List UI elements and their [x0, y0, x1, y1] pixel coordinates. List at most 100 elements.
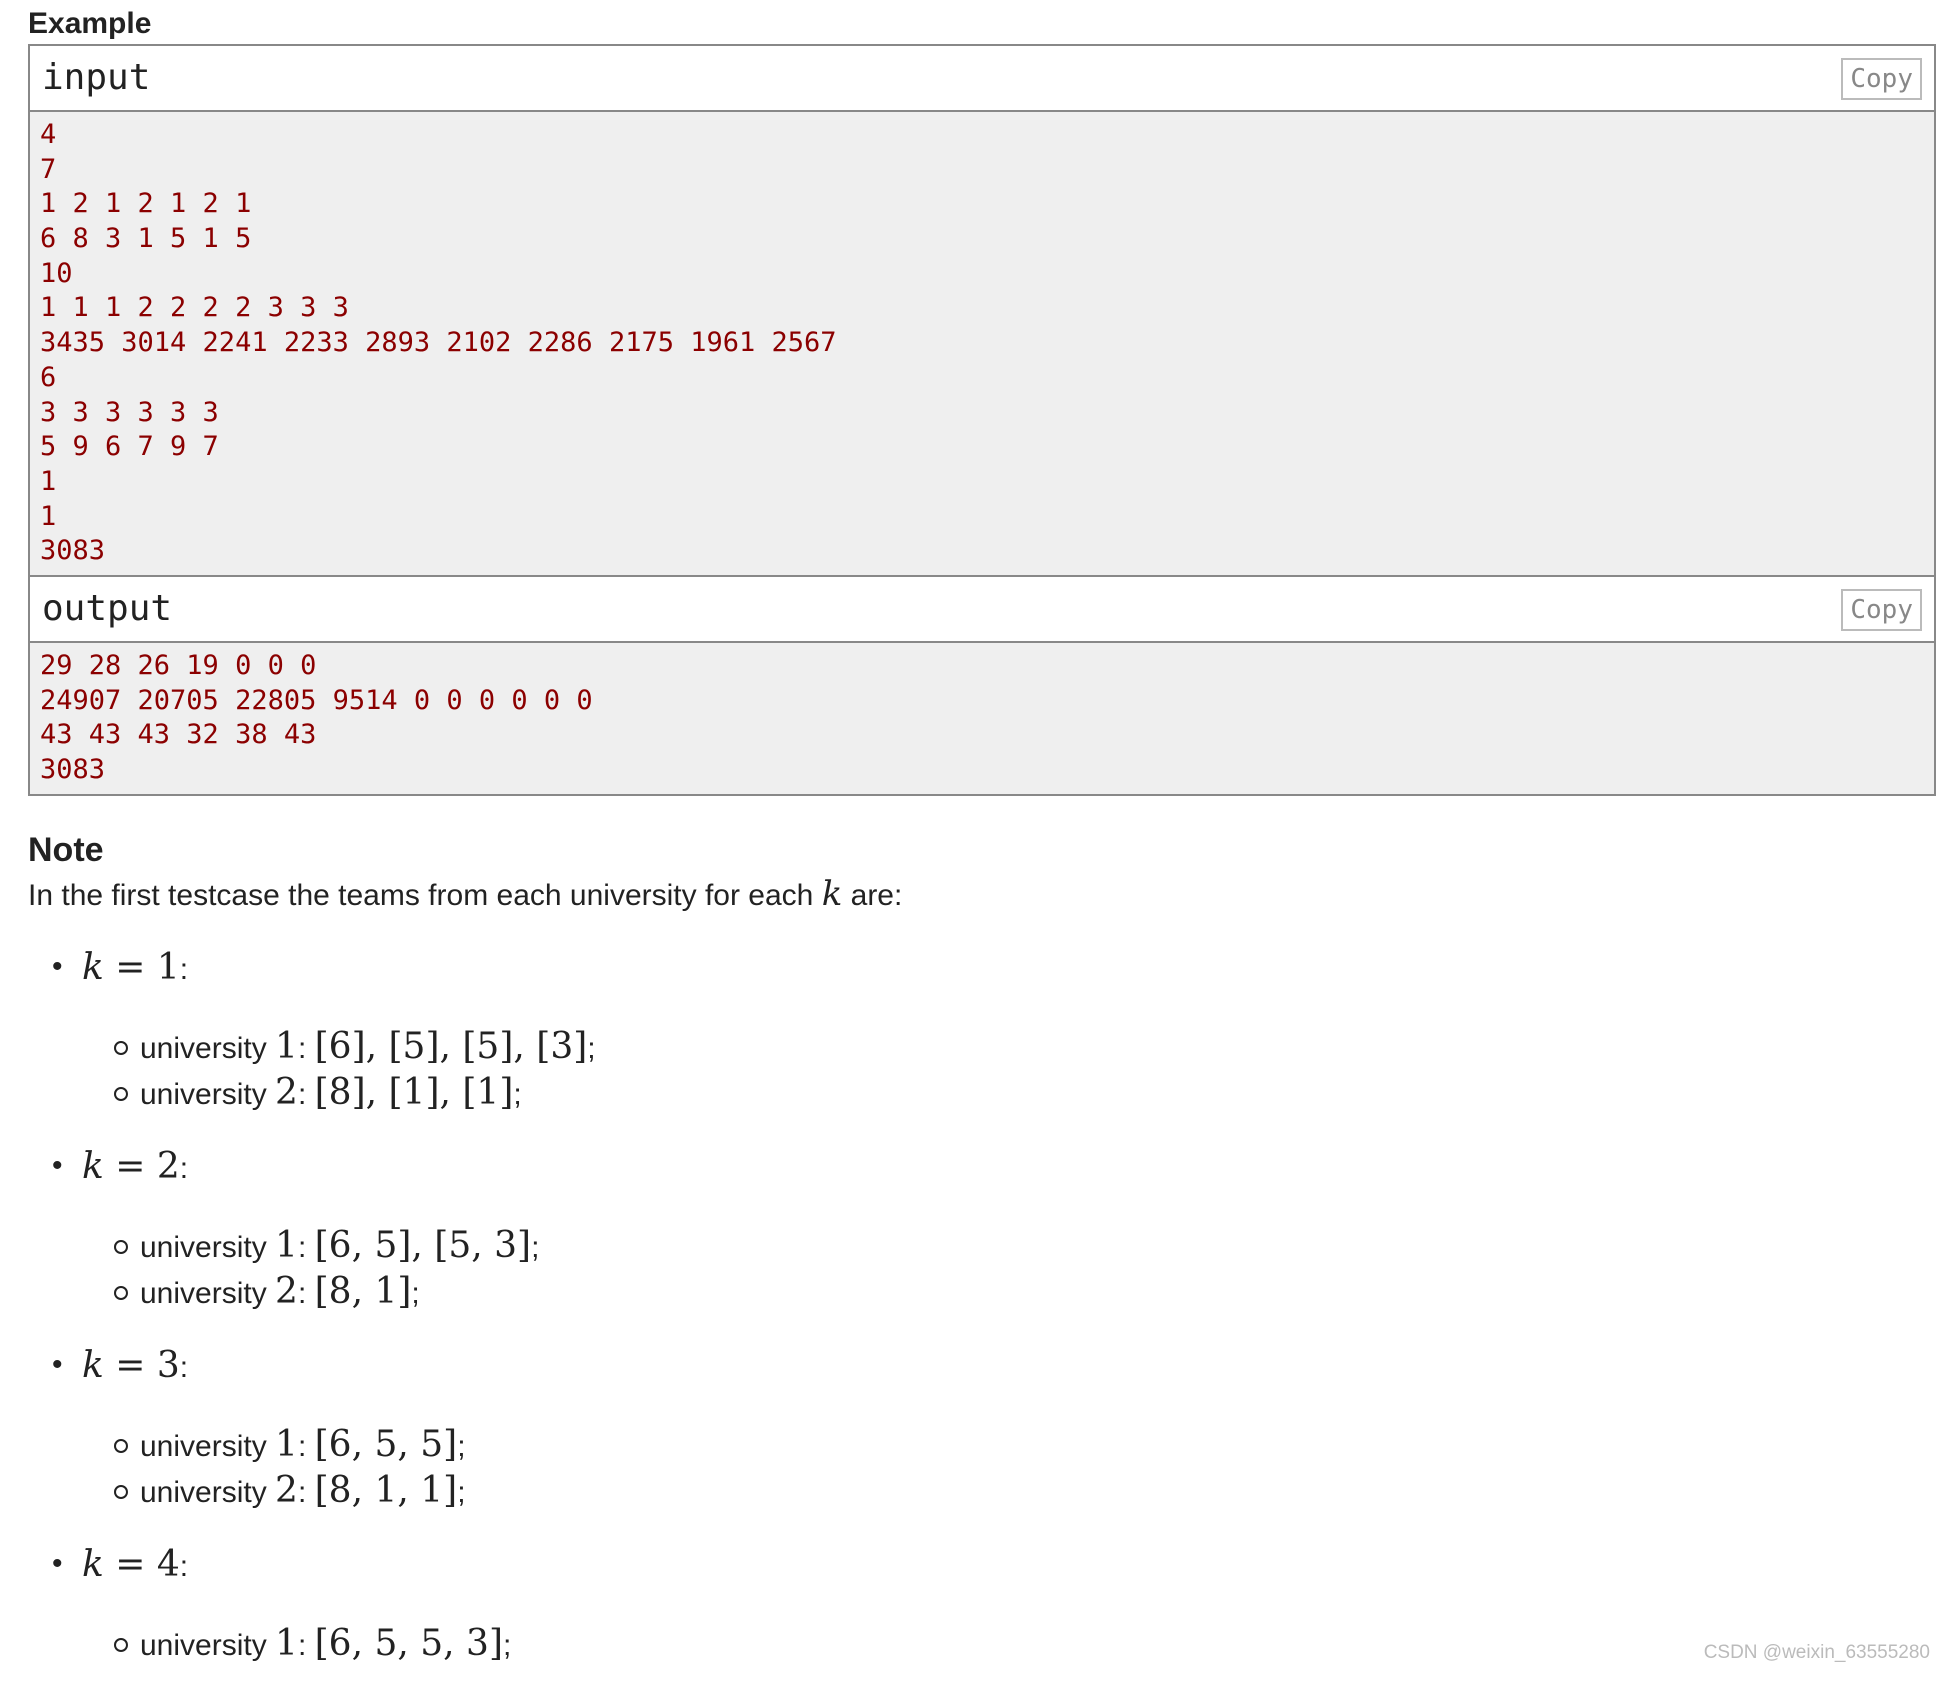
- input-line: 5 9 6 7 9 7: [40, 431, 219, 463]
- university-end: ;: [457, 1429, 466, 1463]
- university-word: university: [140, 1628, 276, 1662]
- input-line: 6 8 3 1 5 1 5: [40, 223, 252, 255]
- university-end: ;: [531, 1230, 540, 1264]
- k-colon: :: [179, 952, 189, 986]
- circle-bullet-icon: [114, 1484, 128, 1499]
- university-end: ;: [503, 1628, 512, 1662]
- university-sep: :: [297, 1077, 315, 1111]
- team-list: [6, 5], [5, 3]: [314, 1224, 532, 1266]
- input-line: 1: [40, 500, 57, 532]
- university-word: university: [140, 1429, 276, 1463]
- university-word: university: [140, 1077, 276, 1111]
- university-sep: :: [297, 1230, 315, 1264]
- university-number: 2: [275, 1469, 298, 1511]
- output-header: output Copy: [30, 574, 1934, 643]
- input-line: 7: [40, 153, 57, 185]
- team-list: [6, 5, 5, 3]: [314, 1622, 503, 1664]
- bullet-icon: •: [52, 1347, 63, 1381]
- bullet-icon: •: [52, 949, 63, 983]
- note-intro-var: k: [821, 873, 843, 914]
- university-word: university: [140, 1276, 276, 1310]
- university-number: 2: [275, 1071, 298, 1113]
- team-list: [6, 5, 5]: [314, 1423, 458, 1465]
- k-var: k: [82, 1543, 104, 1585]
- university-number: 1: [275, 1224, 298, 1266]
- note-intro-text: In the first testcase the teams from eac…: [28, 878, 822, 912]
- input-line: 3 3 3 3 3 3: [40, 396, 219, 428]
- circle-bullet-icon: [114, 1239, 128, 1254]
- sample-test: input Copy 471 2 1 2 1 2 16 8 3 1 5 1 5 1…: [28, 44, 1936, 796]
- team-list: [8, 1, 1]: [314, 1469, 458, 1511]
- k-colon: :: [179, 1151, 189, 1185]
- team-list: [6], [5], [5], [3]: [314, 1025, 588, 1067]
- k-var: k: [82, 1145, 104, 1187]
- k-item: • k = 3: university 1: [6, 5, 5]; universit…: [52, 1342, 1938, 1513]
- copy-input-button[interactable]: Copy: [1841, 58, 1922, 100]
- university-item: university 2: [8, 1];: [114, 1268, 1938, 1314]
- k-eq: = 2: [103, 1145, 180, 1187]
- university-item: university 1: [6], [5], [5], [3];: [114, 1023, 1938, 1069]
- circle-bullet-icon: [114, 1438, 128, 1453]
- input-line: 4: [40, 119, 57, 150]
- university-sep: :: [297, 1475, 315, 1509]
- university-item: university 2: [8], [1], [1];: [114, 1069, 1938, 1115]
- university-list: university 1: [6], [5], [5], [3]; univers…: [82, 1023, 1938, 1115]
- k-label: k = 2:: [82, 1146, 188, 1187]
- university-number: 2: [275, 1270, 298, 1312]
- university-number: 1: [275, 1423, 298, 1465]
- input-line: 1: [40, 465, 57, 497]
- university-word: university: [140, 1475, 276, 1509]
- k-item: • k = 1: university 1: [6], [5], [5], [3];…: [52, 944, 1938, 1115]
- copy-output-button[interactable]: Copy: [1841, 588, 1922, 631]
- university-end: ;: [587, 1031, 596, 1065]
- problem-example-page: Example input Copy 471 2 1 2 1 2 16 8 3 …: [28, 0, 1938, 1666]
- university-item: university 1: [6, 5], [5, 3];: [114, 1222, 1938, 1268]
- input-line: 3435 3014 2241 2233 2893 2102 2286 2175 …: [40, 327, 837, 359]
- bullet-icon: •: [52, 1148, 63, 1182]
- university-list: university 1: [6, 5, 5]; university 2: [8…: [82, 1421, 1938, 1513]
- university-sep: :: [297, 1628, 315, 1662]
- k-item: • k = 2: university 1: [6, 5], [5, 3]; univ…: [52, 1143, 1938, 1314]
- k-label: k = 3:: [82, 1345, 188, 1386]
- team-list: [8], [1], [1]: [314, 1071, 514, 1113]
- note-intro: In the first testcase the teams from eac…: [28, 874, 1938, 916]
- k-label: k = 1:: [82, 947, 188, 988]
- k-colon: :: [179, 1350, 189, 1384]
- circle-bullet-icon: [114, 1040, 128, 1055]
- note-heading: Note: [28, 830, 104, 869]
- university-item: university 1: [6, 5, 5];: [114, 1421, 1938, 1467]
- k-list: • k = 1: university 1: [6], [5], [5], [3];…: [28, 944, 1938, 1666]
- input-line: 3083: [40, 535, 106, 567]
- k-colon: :: [179, 1549, 189, 1583]
- example-heading: Example: [28, 7, 152, 40]
- circle-bullet-icon: [114, 1086, 128, 1101]
- bullet-icon: •: [52, 1546, 63, 1580]
- university-list: university 1: [6, 5, 5, 3];: [82, 1620, 1938, 1666]
- input-header: input Copy: [30, 46, 1934, 112]
- university-word: university: [140, 1230, 276, 1264]
- input-line: 6: [40, 361, 57, 393]
- university-word: university: [140, 1031, 276, 1065]
- output-content: 29 28 26 19 0 0 0 24907 20705 22805 9514 …: [30, 643, 1934, 794]
- university-sep: :: [297, 1031, 315, 1065]
- watermark: CSDN @weixin_63555280: [1703, 1642, 1930, 1663]
- university-end: ;: [411, 1276, 420, 1310]
- input-title: input: [42, 57, 151, 98]
- team-list: [8, 1]: [314, 1270, 412, 1312]
- output-line: 29 28 26 19 0 0 0: [40, 649, 317, 681]
- k-item: • k = 4: university 1: [6, 5, 5, 3];: [52, 1541, 1938, 1666]
- university-item: university 2: [8, 1, 1];: [114, 1467, 1938, 1513]
- university-sep: :: [297, 1276, 315, 1310]
- university-list: university 1: [6, 5], [5, 3]; university …: [82, 1222, 1938, 1314]
- university-end: ;: [513, 1077, 522, 1111]
- input-line: 1 2 1 2 1 2 1: [40, 188, 252, 220]
- circle-bullet-icon: [114, 1637, 128, 1652]
- output-line: 43 43 43 32 38 43: [40, 719, 317, 751]
- university-sep: :: [297, 1429, 315, 1463]
- output-title: output: [42, 587, 173, 629]
- k-eq: = 4: [103, 1543, 180, 1585]
- input-line: 1 1 1 2 2 2 2 3 3 3: [40, 292, 349, 324]
- k-eq: = 1: [103, 946, 180, 988]
- k-var: k: [82, 946, 104, 988]
- circle-bullet-icon: [114, 1285, 128, 1300]
